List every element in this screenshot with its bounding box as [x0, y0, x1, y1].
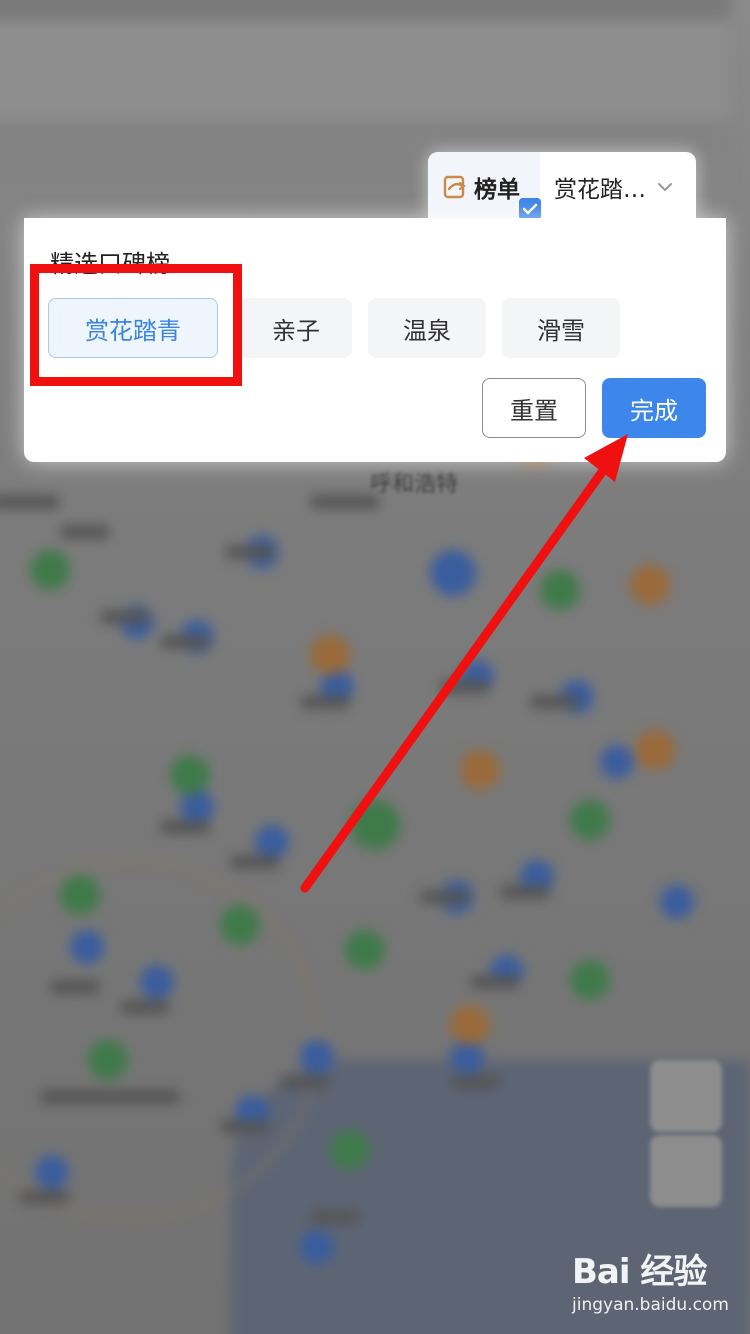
zoom-in-button[interactable] — [650, 1060, 722, 1132]
watermark-url: jingyan.baidu.com — [572, 1295, 729, 1315]
option-family[interactable]: 亲子 — [240, 298, 352, 358]
reset-button[interactable]: 重置 — [482, 378, 586, 438]
checkmark-icon — [519, 198, 541, 220]
chevron-down-icon — [658, 183, 672, 191]
rank-dropdown[interactable]: 赏花踏… — [540, 170, 696, 204]
annotation-highlight-box — [30, 264, 242, 386]
done-button[interactable]: 完成 — [602, 378, 706, 438]
rank-tab-label-area[interactable]: 榜单 — [428, 152, 541, 222]
map-city-label: 呼和浩特 — [370, 472, 459, 497]
rank-tab-label: 榜单 — [474, 177, 520, 203]
rank-selected-value: 赏花踏… — [554, 177, 646, 203]
status-bar — [0, 0, 730, 20]
baidu-watermark: Bai 经验 jingyan.baidu.com — [572, 1244, 742, 1324]
option-skiing[interactable]: 滑雪 — [502, 298, 620, 358]
rank-selector[interactable]: 榜单 赏花踏… — [428, 152, 696, 222]
watermark-logo: Bai 经验 — [572, 1252, 707, 1292]
zoom-out-button[interactable] — [650, 1135, 722, 1207]
search-header — [0, 20, 730, 120]
ranking-book-icon — [443, 175, 466, 199]
option-hot-spring[interactable]: 温泉 — [368, 298, 486, 358]
